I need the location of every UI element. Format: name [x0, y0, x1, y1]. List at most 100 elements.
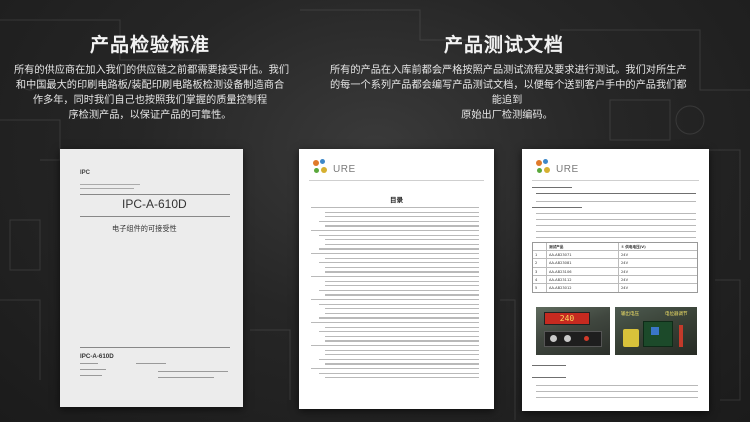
toc-heading: 目录: [390, 196, 403, 204]
text-placeholder-line: [319, 248, 479, 250]
text-placeholder-line: [311, 230, 479, 232]
text-placeholder-line: [536, 201, 696, 203]
table-cell: 24V: [621, 285, 629, 290]
toc-document: URE 目录: [299, 149, 494, 409]
table-cell: 24V: [621, 277, 629, 282]
text-placeholder-line: [532, 365, 566, 367]
table-header-cell: ① 供电电压(V): [621, 245, 646, 249]
table-cell: 24V: [621, 261, 629, 266]
ure-logo: URE: [534, 157, 590, 179]
text-placeholder-line: [325, 308, 479, 310]
photo-label: 电位器调节: [665, 312, 688, 317]
circuit-board-photo: 输出电压 电位器调节: [615, 307, 697, 355]
text-placeholder-line: [325, 285, 479, 287]
terminal: [584, 336, 589, 341]
text-placeholder-line: [325, 294, 479, 296]
text-placeholder-line: [536, 193, 696, 195]
paragraph-line: 序检测产品，以保证产品的可靠性。: [68, 110, 232, 121]
text-placeholder-line: [536, 397, 698, 399]
divider: [80, 194, 230, 195]
text-placeholder-line: [319, 234, 479, 236]
test-report-document: URE 测试产品 ① 供电电压(V) 1 AA-AB23071 24V 2 AA…: [522, 149, 709, 411]
paragraph-line: 和中国最大的印刷电路板/装配印刷电路板检测设备制造商合: [15, 80, 285, 91]
table-cell: 24V: [621, 269, 629, 274]
text-placeholder-line: [536, 225, 696, 227]
table-cell: 24V: [621, 253, 629, 258]
footer-line: [158, 371, 228, 373]
text-placeholder-line: [325, 225, 479, 227]
ipc-document-subtitle: 电子组件的可接受性: [112, 224, 177, 233]
text-placeholder-line: [325, 340, 479, 342]
text-placeholder-line: [325, 326, 479, 328]
table-cell: 3: [533, 267, 547, 275]
text-placeholder-line: [311, 368, 479, 370]
table-cell: AA-AB23106: [547, 267, 619, 275]
divider: [80, 347, 230, 348]
text-placeholder-line: [325, 377, 479, 379]
text-placeholder-line: [311, 322, 479, 324]
knob: [564, 335, 571, 342]
table-row: 4 AA-AB23112 24V: [533, 275, 697, 284]
paragraph-line: 原始出厂检测编码。: [461, 110, 553, 121]
footer-line: [136, 363, 166, 365]
text-placeholder-line: [325, 211, 479, 213]
header-rule: [309, 180, 484, 181]
ipc-logo: IPC: [80, 170, 91, 176]
text-placeholder-line: [325, 354, 479, 356]
text-placeholder-line: [311, 207, 479, 209]
text-placeholder-line: [311, 276, 479, 278]
text-placeholder-line: [325, 216, 479, 218]
text-placeholder-line: [325, 312, 479, 315]
text-placeholder-line: [325, 257, 479, 259]
table-row: 2 AA-AB23081 24V: [533, 259, 697, 268]
table-row: 1 AA-AB23071 24V: [533, 251, 697, 260]
text-placeholder-line: [319, 262, 479, 264]
knob: [550, 335, 557, 342]
text-placeholder-line: [532, 207, 582, 209]
text-placeholder-line: [319, 303, 479, 305]
table-header-cell: [533, 243, 547, 251]
table-cell: 2: [533, 259, 547, 267]
paragraph-line: 能追到: [491, 95, 523, 106]
ipc-document-title: IPC-A-610D: [122, 197, 187, 211]
text-placeholder-line: [325, 349, 479, 351]
table-row: 5 AA-AB23012 24V: [533, 283, 697, 293]
text-placeholder-line: [536, 385, 698, 387]
table-cell: 1: [533, 251, 547, 259]
footer-line: [158, 377, 214, 379]
text-placeholder-line: [536, 213, 696, 215]
ipc-footer-code: IPC-A-610D: [80, 353, 114, 360]
text-placeholder-line: [319, 372, 479, 374]
text-placeholder-line: [325, 335, 479, 338]
inspection-standard-title: 产品检验标准: [89, 34, 210, 56]
footer-line: [80, 369, 106, 371]
text-placeholder-line: [319, 317, 479, 319]
paragraph-line: 作多年，同时我们自己也按照我们掌握的质量控制程: [32, 95, 268, 106]
text-placeholder-line: [536, 231, 696, 233]
ure-logo: URE: [311, 157, 367, 179]
footer-line: [80, 363, 98, 365]
paragraph-line: 所有的产品在入库前都会严格按照产品测试流程及要求进行测试。我们对所生产: [330, 65, 687, 76]
text-placeholder-line: [325, 243, 479, 246]
text-placeholder-line: [319, 331, 479, 333]
header-rule: [532, 180, 699, 181]
text-placeholder-line: [536, 391, 698, 393]
divider: [80, 216, 230, 217]
table-cell: AA-AB23071: [547, 251, 619, 259]
text-placeholder-line: [325, 280, 479, 282]
text-placeholder-line: [325, 271, 479, 273]
inspection-standard-text: 所有的供应商在加入我们的供应链之前都需要接受评估。我们 和中国最大的印刷电路板/…: [14, 63, 290, 123]
paragraph-line: 的每一个系列产品都会编写产品测试文档，以便每个送到客户手中的产品我们都: [330, 80, 687, 91]
table-header-cell: 测试产品: [547, 243, 619, 251]
meter-reading: 240: [559, 314, 575, 323]
paragraph-line: 所有的供应商在加入我们的供应链之前都需要接受评估。我们: [14, 65, 290, 76]
text-placeholder-line: [325, 239, 479, 241]
probe: [679, 325, 683, 347]
table-cell: 5: [533, 283, 547, 293]
text-placeholder-line: [536, 219, 696, 221]
table-cell: AA-AB23112: [547, 275, 619, 283]
text-placeholder-line: [536, 237, 696, 239]
table-row: 3 AA-AB23106 24V: [533, 267, 697, 276]
text-placeholder-line: [311, 253, 479, 255]
table-cell: AA-AB23081: [547, 259, 619, 267]
